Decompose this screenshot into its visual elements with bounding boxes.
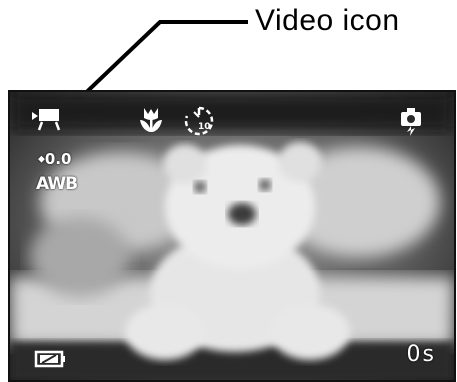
recording-time: 0s [406,342,436,367]
video-camera-icon [32,109,61,131]
self-timer-seconds: 10 [198,122,211,132]
camera-lcd-screen: 10 ◆0.0 AWB 0s [8,90,456,382]
live-view-teddy-bear [10,92,454,380]
macro-flower-icon [140,108,162,132]
exposure-value: ◆0.0 [38,150,72,168]
battery-icon [34,350,65,368]
white-balance-indicator: AWB [36,174,78,194]
self-timer-icon [184,106,214,136]
flash-icon [401,108,421,136]
